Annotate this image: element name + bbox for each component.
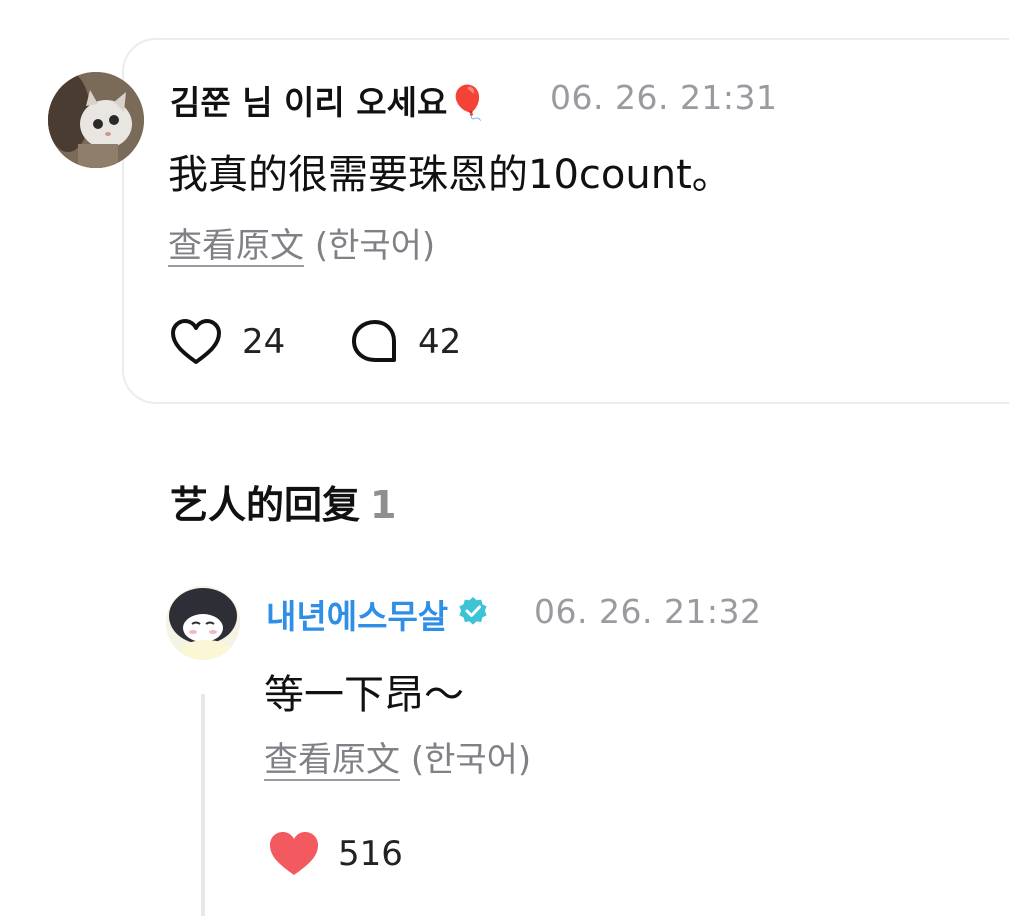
commenter-avatar[interactable] (48, 72, 144, 168)
like-count: 24 (242, 322, 286, 362)
speech-bubble-icon (350, 318, 400, 366)
comment-text: 我真的很需要珠恩的10count。 (168, 152, 732, 198)
thread-line (201, 694, 205, 916)
artist-reply-timestamp: 06. 26. 21:32 (534, 592, 762, 631)
artist-like-button[interactable]: 516 (268, 830, 403, 878)
artist-reply-text: 等一下昂～ (264, 672, 464, 718)
verified-badge-icon (458, 595, 488, 634)
heart-filled-icon (268, 830, 320, 878)
artist-name[interactable]: 내년에스무살 (266, 590, 488, 638)
heart-outline-icon (170, 318, 222, 366)
artist-replies-heading: 艺人的回复 1 (170, 474, 396, 529)
commenter-name[interactable]: 김쭌 님 이리 오세요🎈 (170, 76, 488, 124)
reply-button[interactable]: 42 (350, 318, 461, 366)
artist-replies-count: 1 (370, 483, 397, 527)
like-button[interactable]: 24 (170, 318, 285, 366)
artist-replies-title: 艺人的回复 (170, 483, 361, 527)
artist-like-count: 516 (338, 834, 403, 874)
artist-avatar[interactable] (166, 586, 240, 660)
translation-toggle: 查看原文 (한국어) (168, 218, 435, 267)
artist-original-language-label: (한국어) (410, 740, 532, 780)
comment-thread-page: 김쭌 님 이리 오세요🎈 06. 26. 21:31 我真的很需要珠恩的10co… (0, 0, 1009, 916)
view-original-link[interactable]: 查看原文 (168, 226, 304, 266)
artist-translation-toggle: 查看原文 (한국어) (264, 732, 531, 781)
reply-count: 42 (418, 322, 462, 362)
artist-name-label: 내년에스무살 (266, 597, 449, 636)
artist-view-original-link[interactable]: 查看原文 (264, 740, 400, 780)
comment-timestamp: 06. 26. 21:31 (550, 78, 778, 117)
original-language-label: (한국어) (314, 226, 436, 266)
